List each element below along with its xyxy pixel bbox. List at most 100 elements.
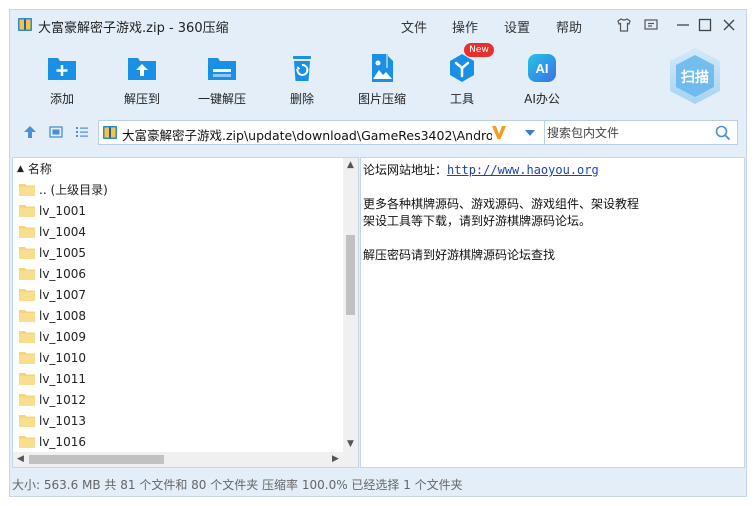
list-item[interactable]: lv_1012	[13, 389, 343, 410]
scroll-up-icon[interactable]: ▲	[343, 158, 358, 173]
zip-app-icon	[18, 18, 32, 31]
zip-file-icon	[103, 126, 117, 139]
delete-label: 删除	[289, 92, 314, 106]
name-column-header[interactable]: ▲ 名称	[13, 158, 343, 179]
comment-line-4: 解压密码请到好游棋牌源码论坛查找	[363, 248, 556, 262]
search-box[interactable]	[544, 120, 738, 145]
file-name: lv_1001	[39, 203, 86, 218]
folder-icon	[19, 289, 35, 301]
archive-comment-pane: 论坛网站地址：http://www.haoyou.org 更多各种棋牌源码、游戏…	[360, 157, 745, 468]
file-name: lv_1010	[39, 350, 86, 365]
folder-icon	[19, 247, 35, 259]
folder-icon	[19, 436, 35, 448]
address-dropdown-icon[interactable]	[515, 121, 545, 144]
add-button[interactable]: 添加	[27, 48, 97, 108]
new-badge: New	[464, 43, 494, 57]
list-item[interactable]: lv_1006	[13, 263, 343, 284]
comment-line-3: 架设工具等下载，请到好游棋牌源码论坛。	[363, 214, 592, 228]
menu-file[interactable]: 文件	[401, 17, 427, 36]
list-item[interactable]: lv_1001	[13, 200, 343, 221]
minimize-button[interactable]	[674, 16, 692, 34]
window-title: 大富豪解密子游戏.zip - 360压缩	[38, 21, 229, 36]
maximize-button[interactable]	[696, 16, 714, 34]
file-name: lv_1005	[39, 245, 86, 260]
one-click-extract-icon	[208, 58, 236, 80]
scroll-down-icon[interactable]: ▼	[343, 437, 358, 452]
folder-icon	[19, 268, 35, 280]
list-item[interactable]: lv_1009	[13, 326, 343, 347]
file-name: lv_1016	[39, 434, 86, 449]
tools-label: 工具	[449, 92, 474, 106]
feedback-icon[interactable]	[642, 16, 660, 34]
delete-button[interactable]: 删除	[267, 48, 337, 108]
forum-site-link[interactable]: http://www.haoyou.org	[447, 163, 599, 177]
file-name: lv_1013	[39, 413, 86, 428]
ai-icon-text: AI	[536, 61, 549, 76]
forum-site-label: 论坛网站地址：	[363, 163, 448, 177]
close-button[interactable]	[720, 16, 738, 34]
vertical-scroll-thumb[interactable]	[346, 235, 355, 315]
list-item[interactable]: lv_1005	[13, 242, 343, 263]
folder-icon	[19, 415, 35, 427]
search-icon[interactable]	[715, 125, 731, 141]
v-logo-icon	[492, 126, 506, 139]
app-window: 大富豪解密子游戏.zip - 360压缩 文件 操作 设置 帮助 添加 解压到 …	[9, 9, 747, 497]
ai-office-label: AI办公	[524, 92, 560, 106]
extract-to-icon	[128, 58, 156, 80]
file-name: lv_1011	[39, 371, 86, 386]
folder-icon	[19, 331, 35, 343]
image-compress-button[interactable]: 图片压缩	[347, 48, 417, 108]
file-rows: .. (上级目录) lv_1001 lv_1004 lv_1005 lv_1006 lv_…	[13, 179, 343, 452]
folder-icon	[19, 310, 35, 322]
file-name: lv_1009	[39, 329, 86, 344]
file-name: lv_1004	[39, 224, 86, 239]
add-label: 添加	[49, 92, 74, 106]
image-compress-label: 图片压缩	[357, 92, 406, 106]
menu-operate[interactable]: 操作	[452, 17, 478, 36]
list-item[interactable]: lv_1004	[13, 221, 343, 242]
status-bar: 大小: 563.6 MB 共 81 个文件和 80 个文件夹 压缩率 100.0…	[12, 478, 463, 492]
folder-icon	[19, 205, 35, 217]
menu-settings[interactable]: 设置	[504, 17, 530, 36]
parent-directory-row[interactable]: .. (上级目录)	[13, 179, 343, 200]
file-name: lv_1006	[39, 266, 86, 281]
scroll-right-icon[interactable]: ▶	[328, 452, 343, 467]
horizontal-scroll-thumb[interactable]	[29, 455, 164, 464]
list-view-icon[interactable]	[74, 124, 90, 140]
list-item[interactable]: lv_1008	[13, 305, 343, 326]
folder-icon	[19, 373, 35, 385]
one-click-extract-button[interactable]: 一键解压	[187, 48, 257, 108]
search-input[interactable]	[547, 123, 707, 142]
file-name: lv_1008	[39, 308, 86, 323]
folder-icon	[19, 184, 35, 196]
list-item[interactable]: lv_1011	[13, 368, 343, 389]
comment-line-1: 论坛网站地址：http://www.haoyou.org	[363, 161, 599, 178]
comment-line-2: 更多各种棋牌源码、游戏源码、游戏组件、架设教程	[363, 197, 640, 211]
horizontal-scrollbar[interactable]: ◀ ▶	[13, 452, 343, 467]
ai-office-button[interactable]: AI AI办公	[507, 48, 577, 108]
sort-ascending-icon: ▲	[17, 163, 24, 174]
skin-icon[interactable]	[615, 16, 633, 34]
folder-icon	[19, 394, 35, 406]
address-path[interactable]: 大富豪解密子游戏.zip\update\download\GameRes3402…	[122, 125, 492, 144]
tools-button[interactable]: 工具	[427, 48, 497, 108]
file-list-pane: ▲ 名称 .. (上级目录) lv_1001 lv_1004 lv_1005 lv_10…	[12, 157, 359, 468]
scroll-left-icon[interactable]: ◀	[13, 452, 28, 467]
vertical-scrollbar[interactable]: ▲ ▼	[343, 158, 358, 452]
list-item[interactable]: lv_1013	[13, 410, 343, 431]
extract-to-button[interactable]: 解压到	[107, 48, 177, 108]
ai-office-icon: AI	[528, 54, 556, 82]
extract-to-label: 解压到	[123, 92, 160, 106]
image-compress-icon	[372, 54, 393, 82]
up-directory-icon[interactable]	[22, 124, 38, 140]
file-name: .. (上级目录)	[39, 183, 108, 197]
file-name: lv_1007	[39, 287, 86, 302]
list-item[interactable]: lv_1016	[13, 431, 343, 452]
list-item[interactable]: lv_1007	[13, 284, 343, 305]
add-icon	[48, 58, 76, 80]
menu-help[interactable]: 帮助	[556, 17, 582, 36]
address-bar[interactable]: 大富豪解密子游戏.zip\update\download\GameRes3402…	[98, 120, 550, 145]
list-item[interactable]: lv_1010	[13, 347, 343, 368]
scan-button[interactable]: 扫描	[665, 46, 725, 106]
thumbnail-view-icon[interactable]	[48, 124, 64, 140]
